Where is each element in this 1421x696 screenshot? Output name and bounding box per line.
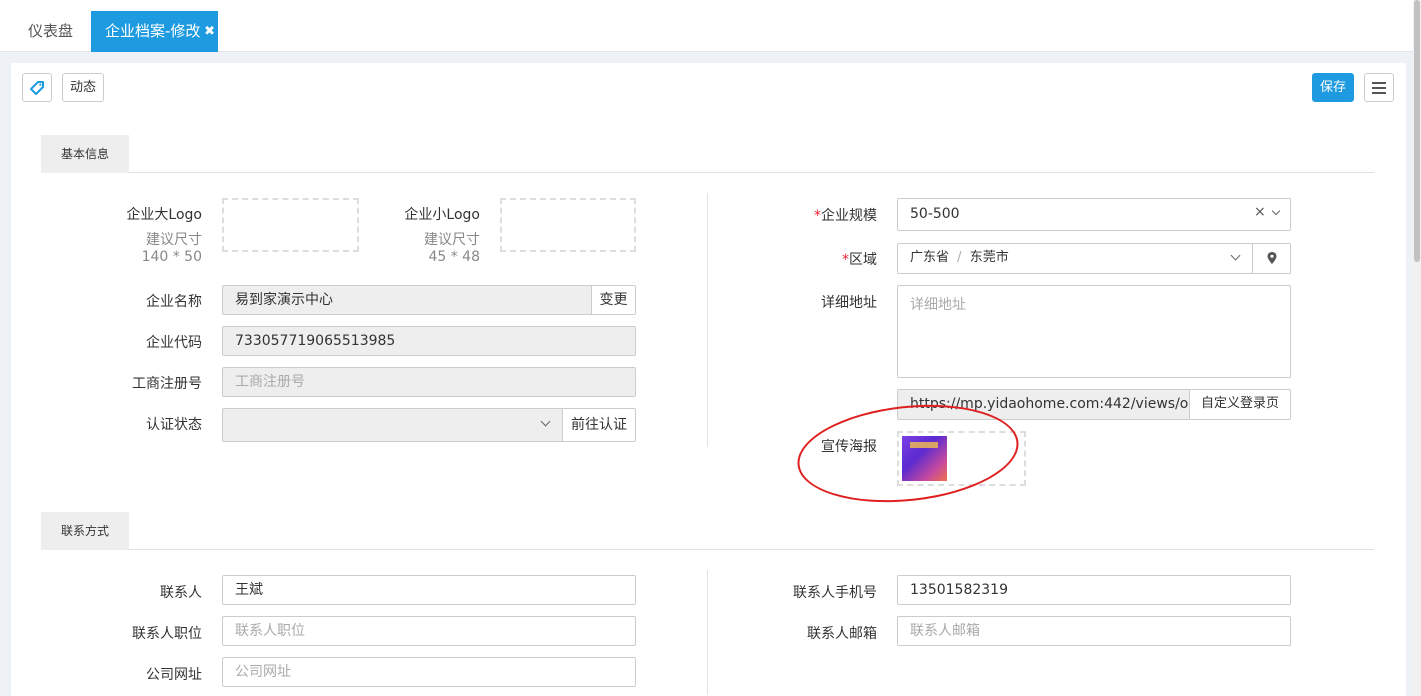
column-divider bbox=[707, 570, 708, 695]
save-button[interactable]: 保存 bbox=[1312, 73, 1354, 102]
section-contact: 联系方式 bbox=[41, 512, 1374, 550]
hamburger-menu-icon bbox=[1372, 82, 1386, 84]
company-code-field[interactable]: 733057719065513985 bbox=[222, 326, 636, 356]
clear-icon[interactable]: × bbox=[1254, 204, 1266, 220]
big-logo-label: 企业大Logo bbox=[126, 207, 202, 223]
contact-email-field[interactable]: 联系人邮箱 bbox=[897, 616, 1291, 646]
tab-company-profile-edit[interactable]: 企业档案-修改 ✖ bbox=[91, 11, 218, 52]
section-title[interactable]: 联系方式 bbox=[41, 512, 129, 550]
big-logo-upload[interactable] bbox=[222, 198, 359, 252]
form-panel: 动态 保存 基本信息 企业大Logo 建议尺寸 140 * 50 企业小Logo… bbox=[11, 63, 1406, 696]
contact-person-label: 联系人 bbox=[160, 585, 202, 601]
small-logo-upload[interactable] bbox=[500, 198, 636, 252]
reg-no-field[interactable]: 工商注册号 bbox=[222, 367, 636, 397]
cert-status-label: 认证状态 bbox=[146, 417, 202, 433]
contact-mobile-field[interactable]: 13501582319 bbox=[897, 575, 1291, 605]
section-basic-info: 基本信息 bbox=[41, 135, 1374, 173]
dynamic-button[interactable]: 动态 bbox=[62, 73, 104, 102]
scale-label: *企业规模 bbox=[814, 208, 877, 224]
change-name-button[interactable]: 变更 bbox=[591, 285, 636, 315]
big-logo-hint: 建议尺寸 bbox=[146, 232, 202, 248]
contact-email-label: 联系人邮箱 bbox=[807, 626, 877, 642]
scrollbar[interactable] bbox=[1413, 0, 1421, 696]
company-name-field[interactable]: 易到家演示中心 bbox=[222, 285, 592, 315]
company-name-label: 企业名称 bbox=[146, 294, 202, 310]
small-logo-hint: 建议尺寸 bbox=[424, 232, 480, 248]
region-label: *区域 bbox=[842, 252, 877, 268]
website-label: 公司网址 bbox=[146, 667, 202, 683]
province-value: 广东省 bbox=[910, 250, 950, 265]
poster-thumbnail[interactable] bbox=[902, 436, 947, 481]
contact-position-label: 联系人职位 bbox=[132, 626, 202, 642]
go-certify-button[interactable]: 前往认证 bbox=[562, 408, 636, 442]
region-cascader[interactable]: 广东省 / 东莞市 bbox=[897, 243, 1253, 274]
tab-label: 企业档案-修改 bbox=[105, 22, 201, 40]
address-label: 详细地址 bbox=[821, 295, 877, 311]
scrollbar-thumb[interactable] bbox=[1414, 0, 1420, 262]
menu-button[interactable] bbox=[1364, 73, 1394, 102]
small-logo-label: 企业小Logo bbox=[404, 207, 480, 223]
map-marker-icon bbox=[1267, 252, 1276, 264]
separator: / bbox=[957, 250, 962, 265]
column-divider bbox=[707, 193, 708, 447]
website-field[interactable]: 公司网址 bbox=[222, 657, 636, 687]
cert-status-select[interactable] bbox=[222, 408, 563, 442]
contact-mobile-label: 联系人手机号 bbox=[793, 585, 877, 601]
address-textarea[interactable]: 详细地址 bbox=[897, 285, 1291, 378]
tag-icon bbox=[30, 81, 44, 95]
poster-upload[interactable] bbox=[897, 431, 1026, 486]
contact-position-field[interactable]: 联系人职位 bbox=[222, 616, 636, 646]
close-icon[interactable]: ✖ bbox=[204, 11, 215, 52]
section-title[interactable]: 基本信息 bbox=[41, 135, 129, 173]
tab-dashboard[interactable]: 仪表盘 bbox=[28, 11, 73, 52]
poster-label: 宣传海报 bbox=[821, 439, 877, 455]
company-code-label: 企业代码 bbox=[146, 335, 202, 351]
reg-no-label: 工商注册号 bbox=[132, 376, 202, 392]
locate-button[interactable] bbox=[1252, 243, 1291, 274]
custom-login-button[interactable]: 自定义登录页 bbox=[1189, 389, 1291, 420]
small-logo-size: 45 * 48 bbox=[428, 249, 480, 265]
login-url-field[interactable]: https://mp.yidaohome.com:442/views/oem bbox=[897, 389, 1191, 420]
tab-bar: 仪表盘 企业档案-修改 ✖ bbox=[0, 0, 1413, 52]
big-logo-size: 140 * 50 bbox=[141, 249, 202, 265]
scale-select[interactable]: 50-500 bbox=[897, 198, 1291, 231]
contact-person-field[interactable]: 王斌 bbox=[222, 575, 636, 605]
tag-button[interactable] bbox=[22, 73, 52, 102]
city-value: 东莞市 bbox=[969, 250, 1009, 265]
